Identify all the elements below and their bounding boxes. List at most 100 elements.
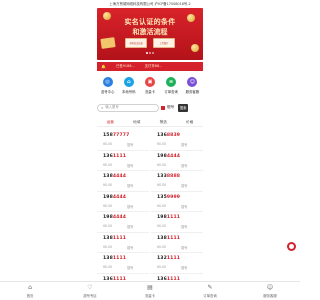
phone-number: 15877777 (103, 133, 129, 138)
number-tail: 4444 (166, 153, 181, 159)
number-card[interactable]: 1984444 ¥0.00 靓号 (97, 193, 149, 212)
number-tag: 靓号 (181, 184, 188, 188)
number-tag: 靓号 (181, 266, 188, 270)
number-card[interactable]: 1384444 ¥0.00 靓号 (97, 172, 149, 192)
tab-item[interactable]: ⌂ 首页 (0, 282, 60, 300)
number-prefix: 136 (103, 153, 113, 159)
tab-icon: ♡ (87, 284, 93, 291)
number-tail: 1111 (112, 153, 127, 159)
shortcut-item[interactable]: ◎ 选号中心 (98, 77, 118, 99)
price-label: ¥0.00 (103, 183, 113, 187)
shortcut-item[interactable]: ☺ 服务客服 (182, 77, 202, 99)
price-label: ¥0.00 (157, 183, 167, 187)
number-prefix: 158 (103, 133, 113, 138)
search-input[interactable]: ⌕ 输入尾号 (97, 103, 159, 112)
tab-icon: ▤ (147, 284, 153, 291)
number-tag: 靓号 (181, 143, 188, 147)
phone-number: 1381111 (103, 256, 126, 261)
carousel-dots[interactable] (97, 39, 203, 58)
filter-option[interactable]: 地域 (133, 120, 140, 125)
number-tag: 靓号 (127, 245, 134, 250)
shortcut-icon: ⌂ (123, 77, 134, 87)
number-prefix: 138 (103, 235, 113, 241)
number-prefix: 198 (157, 215, 167, 220)
shortcut-label: 流量卡 (144, 90, 156, 94)
number-tail: 1111 (166, 256, 181, 261)
phone-number: 1984444 (103, 215, 126, 220)
number-tail: 1111 (112, 256, 127, 261)
number-tail: 4444 (112, 215, 127, 220)
search-bar: ⌕ 输入尾号 靓号 搜索 (97, 103, 203, 112)
promo-banner[interactable]: 实名认证的条件 和激活流程 身份证正反面 上传照片 (97, 8, 203, 60)
number-card[interactable]: 1984444 ¥0.00 靓号 (151, 152, 203, 171)
number-card[interactable]: 1361111 ¥0.00 靓号 (97, 152, 149, 171)
number-card[interactable]: 1338888 ¥0.00 靓号 (151, 172, 203, 192)
number-tail: 4444 (112, 174, 127, 179)
tab-label: 订单查询 (203, 294, 217, 298)
number-card[interactable]: 1368839 ¥0.00 靓号 (151, 131, 203, 151)
number-prefix: 138 (103, 174, 113, 179)
tab-icon: ⌂ (28, 284, 32, 291)
tab-icon: ☺ (266, 284, 274, 291)
price-label: ¥0.00 (103, 265, 113, 269)
company-header: 上海万贸城网络科技有限公司 沪ICP备17008018号-2 (109, 2, 191, 6)
tab-label: 服务客服 (263, 294, 277, 298)
checkbox-label: 靓号 (167, 105, 175, 109)
number-tail: 1111 (112, 235, 127, 241)
notice-item: 已售9186... (115, 64, 135, 68)
shortcut-icon: ≡ (166, 77, 177, 87)
bell-icon: 🔔 (101, 64, 106, 69)
number-prefix: 132 (157, 256, 167, 261)
number-tag: 靓号 (127, 204, 134, 209)
shortcut-item[interactable]: ⌂ 本地号码 (119, 77, 139, 99)
shortcut-label: 选号中心 (100, 90, 115, 94)
shortcut-label: 订单查询 (164, 90, 178, 94)
shortcut-item[interactable]: ≡ 订单查询 (161, 77, 181, 99)
number-tag: 靓号 (181, 163, 188, 168)
number-tail: 1111 (166, 235, 181, 241)
phone-number: 1984444 (103, 195, 126, 200)
number-tag: 靓号 (181, 225, 188, 229)
number-tag: 靓号 (127, 163, 134, 168)
number-tail: 8839 (166, 133, 181, 138)
price-label: ¥0.00 (103, 203, 113, 208)
phone-number: 1359999 (157, 195, 180, 200)
number-card[interactable]: 1381111 ¥0.00 靓号 (151, 234, 203, 253)
filter-option[interactable]: 运营 (107, 120, 114, 125)
banner-subtitle: 和激活流程 (132, 27, 168, 36)
tab-item[interactable]: ✎ 订单查询 (180, 282, 240, 300)
price-label: ¥0.00 (157, 244, 167, 249)
number-tag: 靓号 (181, 245, 188, 250)
number-card[interactable]: 1359999 ¥0.00 靓号 (151, 193, 203, 212)
phone-number: 1981111 (157, 215, 180, 220)
number-card[interactable]: 1381111 ¥0.00 靓号 (97, 234, 149, 253)
price-label: ¥0.00 (157, 224, 167, 228)
number-prefix: 198 (103, 215, 113, 220)
number-card[interactable]: 15877777 ¥0.00 靓号 (97, 131, 149, 151)
filter-option[interactable]: 筛选 (160, 120, 167, 125)
tab-item[interactable]: ▤ 流量卡 (120, 282, 180, 300)
shortcut-row: ◎ 选号中心 ⌂ 本地号码 ▣ 流量卡 ≡ 订单查询 ☺ 服务客服 (97, 77, 203, 99)
tab-item[interactable]: ♡ 靓号专区 (60, 282, 120, 300)
pretty-number-checkbox[interactable] (161, 105, 165, 110)
search-button[interactable]: 搜索 (178, 103, 189, 112)
notice-bar[interactable]: 🔔 已售9186... 支付享88... (97, 62, 203, 71)
tab-label: 靓号专区 (83, 294, 97, 298)
number-prefix: 198 (157, 153, 167, 159)
number-prefix: 138 (157, 235, 167, 241)
number-tag: 靓号 (127, 266, 134, 270)
number-card[interactable]: 1981111 ¥0.00 靓号 (151, 213, 203, 233)
number-card[interactable]: 1321111 ¥0.00 靓号 (151, 254, 203, 274)
search-placeholder: 输入尾号 (105, 105, 119, 109)
number-tag: 靓号 (127, 143, 134, 147)
shortcut-item[interactable]: ▣ 流量卡 (140, 77, 160, 99)
customer-service-float-button[interactable] (287, 242, 296, 251)
number-card[interactable]: 1984444 ¥0.00 靓号 (97, 213, 149, 233)
number-tag: 靓号 (127, 225, 134, 229)
number-card[interactable]: 1381111 ¥0.00 靓号 (97, 254, 149, 274)
filter-option[interactable]: 价格 (186, 120, 193, 125)
tab-item[interactable]: ☺ 服务客服 (240, 282, 300, 300)
shortcut-icon: ▣ (144, 77, 155, 87)
price-label: ¥0.00 (103, 162, 113, 167)
number-prefix: 135 (157, 194, 167, 200)
